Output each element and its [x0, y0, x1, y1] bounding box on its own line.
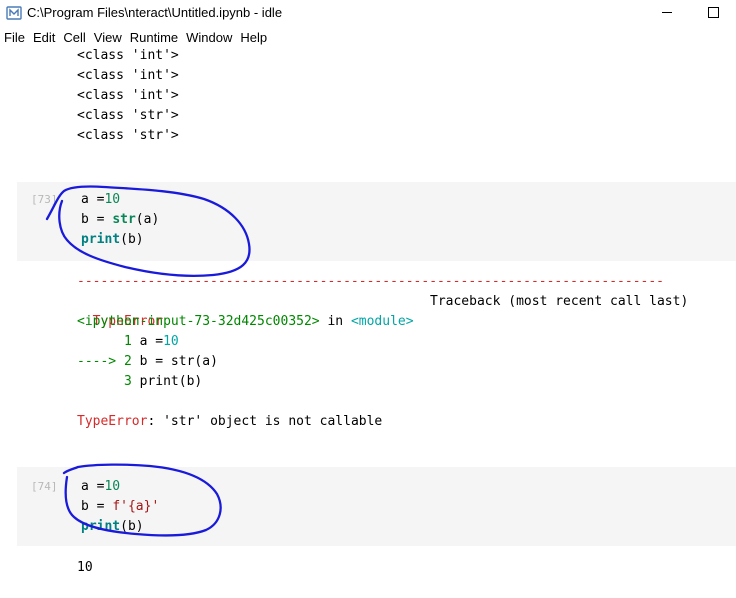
builtin-name: print — [81, 519, 121, 534]
menu-bar: File Edit Cell View Runtime Window Help — [0, 28, 736, 48]
code-text: b = str(a) — [139, 354, 218, 369]
code-line[interactable]: print(b) — [81, 517, 144, 537]
code-text: a = — [139, 334, 164, 349]
minimize-button[interactable] — [644, 0, 690, 26]
cell-prompt: [74] — [31, 480, 58, 493]
minimize-icon — [662, 12, 672, 13]
input-reference: <ipython-input-73-32d425c00352> — [77, 314, 320, 329]
menu-view[interactable]: View — [90, 28, 126, 48]
menu-window[interactable]: Window — [182, 28, 236, 48]
output-line: <class 'int'> — [77, 68, 179, 83]
code-line[interactable]: b = f'{a}' — [81, 497, 159, 517]
number-literal: 10 — [104, 479, 121, 494]
code-text: a = — [81, 479, 105, 494]
traceback-line: 1 a =10 — [77, 332, 179, 352]
line-number: 3 — [77, 374, 140, 389]
builtin-name: str — [112, 212, 136, 227]
code-text: in — [319, 314, 351, 329]
maximize-button[interactable] — [690, 0, 736, 26]
cell-output: 10 — [77, 560, 93, 575]
code-text: a = — [81, 192, 105, 207]
error-arrow: ----> 2 — [77, 354, 140, 369]
code-text: (a) — [135, 212, 160, 227]
output-line: <class 'str'> — [77, 108, 179, 123]
line-number: 1 — [77, 334, 140, 349]
string-literal: f'{a}' — [112, 499, 160, 514]
menu-runtime[interactable]: Runtime — [126, 28, 182, 48]
number-literal: 10 — [163, 334, 179, 349]
output-line: <class 'int'> — [77, 48, 179, 63]
output-line: <class 'str'> — [77, 128, 179, 143]
code-text: (b) — [120, 519, 144, 534]
builtin-name: print — [81, 232, 121, 247]
traceback-separator: ----------------------------------------… — [77, 274, 664, 289]
error-type: TypeError — [77, 414, 148, 429]
title-bar: C:\Program Files\nteract\Untitled.ipynb … — [0, 0, 736, 26]
number-literal: 10 — [104, 192, 121, 207]
error-text: : 'str' object is not callable — [147, 414, 383, 429]
code-line[interactable]: b = str(a) — [81, 210, 159, 230]
menu-help[interactable]: Help — [236, 28, 271, 48]
code-line[interactable]: a =10 — [81, 477, 120, 497]
error-message: TypeError: 'str' object is not callable — [77, 412, 382, 432]
traceback-line: ----> 2 b = str(a) — [77, 352, 218, 372]
code-text: b = — [81, 499, 113, 514]
module-reference: <module> — [350, 314, 414, 329]
cell-prompt: [73] — [31, 193, 58, 206]
menu-edit[interactable]: Edit — [29, 28, 59, 48]
code-text: b = — [81, 212, 113, 227]
code-line[interactable]: a =10 — [81, 190, 120, 210]
code-text: (b) — [120, 232, 144, 247]
traceback-location: <ipython-input-73-32d425c00352> in <modu… — [77, 312, 414, 332]
traceback-line: 3 print(b) — [77, 372, 202, 392]
window-title: C:\Program Files\nteract\Untitled.ipynb … — [27, 5, 283, 20]
code-line[interactable]: print(b) — [81, 230, 144, 250]
code-text: print(b) — [139, 374, 203, 389]
maximize-icon — [708, 7, 719, 18]
menu-file[interactable]: File — [0, 28, 29, 48]
output-line: <class 'int'> — [77, 88, 179, 103]
traceback-label: Traceback (most recent call last) — [430, 294, 689, 309]
nteract-app-icon — [6, 6, 22, 20]
menu-cell[interactable]: Cell — [59, 28, 89, 48]
